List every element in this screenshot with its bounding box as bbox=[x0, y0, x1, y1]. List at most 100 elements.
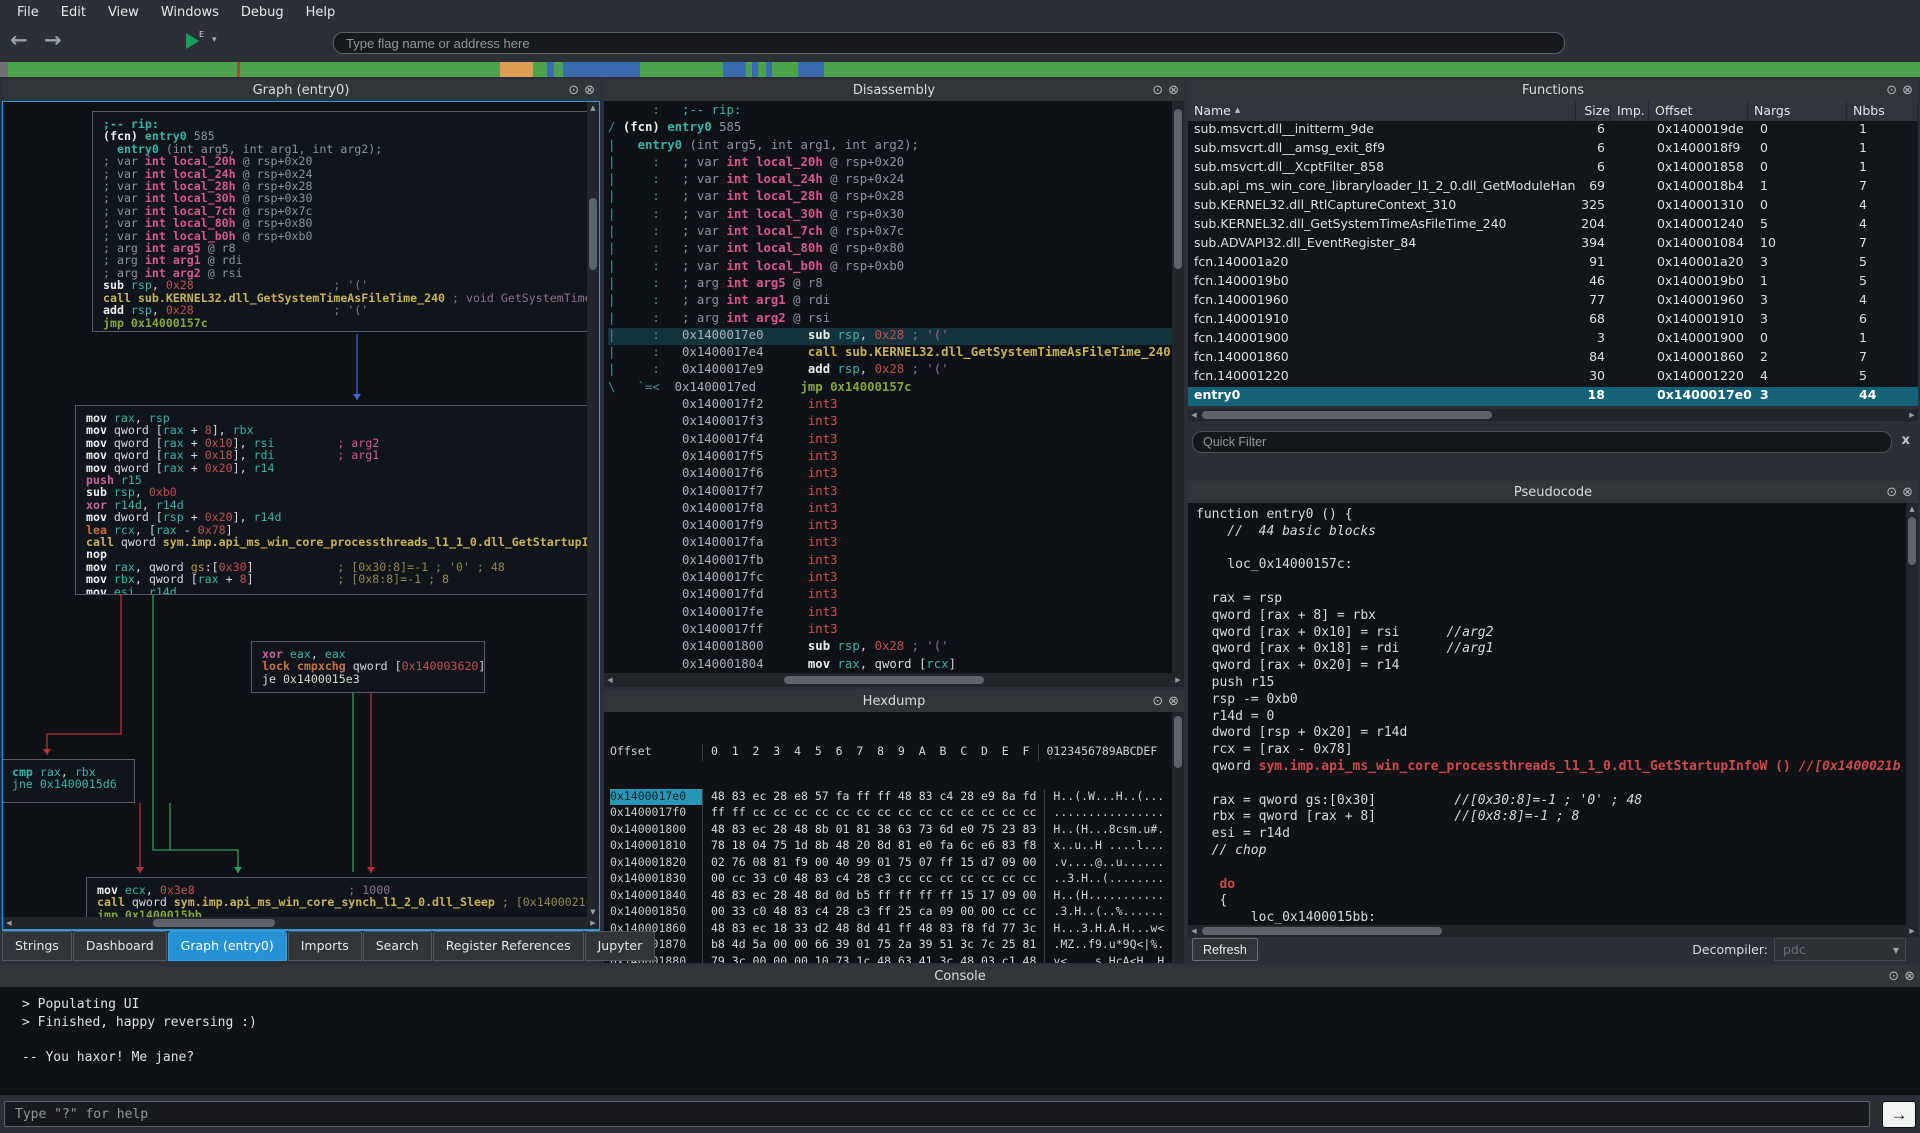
disassembly-line[interactable]: 0x1400017fe int3 bbox=[608, 605, 1184, 622]
menu-item-debug[interactable]: Debug bbox=[230, 3, 295, 22]
float-panel-icon[interactable]: ⊙ bbox=[568, 83, 579, 98]
function-row[interactable]: sub.KERNEL32.dll_RtlCaptureContext_31032… bbox=[1188, 197, 1918, 216]
scroll-left-icon[interactable]: ◀ bbox=[3, 917, 15, 929]
function-row[interactable]: fcn.140001960770x14000196034 bbox=[1188, 292, 1918, 311]
disassembly-line[interactable]: 0x1400017f5 int3 bbox=[608, 449, 1184, 466]
disassembly-line[interactable]: 0x1400017f7 int3 bbox=[608, 484, 1184, 501]
graph-vscrollbar[interactable]: ▲ ▼ bbox=[587, 102, 599, 918]
tab-strings[interactable]: Strings bbox=[2, 931, 72, 961]
disassembly-line[interactable]: | : ; var int local_80h @ rsp+0x80 bbox=[608, 241, 1184, 258]
disassembly-line[interactable]: | : ; var int local_24h @ rsp+0x24 bbox=[608, 172, 1184, 189]
close-panel-icon[interactable]: ⊗ bbox=[1168, 694, 1179, 709]
disassembly-line[interactable]: 0x140001804 mov rax, qword [rcx] bbox=[608, 657, 1184, 674]
functions-hscroll-handle[interactable] bbox=[1202, 411, 1492, 419]
disassembly-line[interactable]: | : 0x1400017e4 call sub.KERNEL32.dll_Ge… bbox=[608, 345, 1184, 362]
scroll-up-icon[interactable]: ▲ bbox=[587, 102, 599, 114]
float-panel-icon[interactable]: ⊙ bbox=[1886, 83, 1897, 98]
debug-start-icon[interactable] bbox=[186, 33, 199, 49]
disassembly-line[interactable]: 0x1400017f6 int3 bbox=[608, 466, 1184, 483]
pseudo-vscroll-handle[interactable] bbox=[1908, 517, 1916, 565]
close-panel-icon[interactable]: ⊗ bbox=[1168, 83, 1179, 98]
disasm-hscroll-handle[interactable] bbox=[784, 676, 984, 684]
hexdump-row[interactable]: 0x1400017e048 83 ec 28 e8 57 fa ff ff 48… bbox=[610, 789, 1184, 806]
tab-dashboard[interactable]: Dashboard bbox=[73, 931, 167, 961]
scroll-left-icon[interactable]: ◀ bbox=[1188, 409, 1200, 421]
disassembly-line[interactable]: 0x1400017fd int3 bbox=[608, 587, 1184, 604]
hexdump-row[interactable]: 0x14000183000 cc 33 c0 48 83 c4 28 c3 cc… bbox=[610, 871, 1184, 888]
disassembly-panel-titlebar[interactable]: Disassembly ⊙⊗ bbox=[604, 79, 1184, 101]
disassembly-line[interactable]: / (fcn) entry0 585 bbox=[608, 120, 1184, 137]
function-row[interactable]: fcn.140001a20910x140001a2035 bbox=[1188, 254, 1918, 273]
disasm-vscroll-handle[interactable] bbox=[1174, 109, 1182, 269]
function-row[interactable]: fcn.140001860840x14000186027 bbox=[1188, 349, 1918, 368]
disassembly-line[interactable]: | entry0 (int arg5, int arg1, int arg2); bbox=[608, 138, 1184, 155]
back-button[interactable]: ← bbox=[10, 28, 28, 52]
disassembly-line[interactable]: 0x1400017f3 int3 bbox=[608, 414, 1184, 431]
scroll-right-icon[interactable]: ▶ bbox=[1906, 925, 1918, 937]
graph-hscrollbar[interactable]: ◀ ▶ bbox=[3, 917, 599, 929]
disassembly-line[interactable]: | : ; arg int arg1 @ rdi bbox=[608, 293, 1184, 310]
scroll-right-icon[interactable]: ▶ bbox=[1906, 409, 1918, 421]
tab-register-references[interactable]: Register References bbox=[433, 931, 584, 961]
function-row[interactable]: entry0180x1400017e0344 bbox=[1188, 387, 1918, 406]
close-panel-icon[interactable]: ⊗ bbox=[584, 83, 595, 98]
disassembly-line[interactable]: 0x1400017fc int3 bbox=[608, 570, 1184, 587]
disassembly-line[interactable]: | : ; var int local_b0h @ rsp+0xb0 bbox=[608, 259, 1184, 276]
disasm-vscrollbar[interactable] bbox=[1172, 101, 1184, 673]
quick-filter-input[interactable] bbox=[1192, 431, 1892, 453]
functions-hscrollbar[interactable]: ◀ ▶ bbox=[1188, 409, 1918, 421]
column-header-offset[interactable]: Offset bbox=[1649, 101, 1748, 121]
disassembly-line[interactable]: | : ; var int local_7ch @ rsp+0x7c bbox=[608, 224, 1184, 241]
function-row[interactable]: fcn.1400019b0460x1400019b015 bbox=[1188, 273, 1918, 292]
debug-dropdown-icon[interactable]: ▾ bbox=[212, 35, 217, 45]
scroll-left-icon[interactable]: ◀ bbox=[1188, 925, 1200, 937]
function-row[interactable]: sub.msvcrt.dll__amsg_exit_8f960x1400018f… bbox=[1188, 140, 1918, 159]
column-header-imp[interactable]: Imp. bbox=[1611, 101, 1649, 121]
pseudo-vscrollbar[interactable]: ▲ bbox=[1906, 503, 1918, 925]
column-header-nargs[interactable]: Nargs bbox=[1748, 101, 1847, 121]
float-panel-icon[interactable]: ⊙ bbox=[1886, 485, 1897, 500]
function-row[interactable]: sub.msvcrt.dll__XcptFilter_85860x1400018… bbox=[1188, 159, 1918, 178]
disassembly-line[interactable]: 0x1400017ff int3 bbox=[608, 622, 1184, 639]
menu-item-file[interactable]: File bbox=[6, 3, 50, 22]
scroll-up-icon[interactable]: ▲ bbox=[1906, 503, 1918, 515]
memory-map-seekbar[interactable] bbox=[0, 62, 1920, 77]
functions-table-header[interactable]: Name▲SizeImp.OffsetNargsNbbs bbox=[1188, 101, 1918, 121]
graph-node-3[interactable]: cmp rax, rbx jne 0x1400015d6 bbox=[2, 759, 135, 803]
function-row[interactable]: sub.ADVAPI32.dll_EventRegister_843940x14… bbox=[1188, 235, 1918, 254]
function-row[interactable]: sub.KERNEL32.dll_GetSystemTimeAsFileTime… bbox=[1188, 216, 1918, 235]
forward-button[interactable]: → bbox=[44, 28, 62, 52]
graph-panel-titlebar[interactable]: Graph (entry0) ⊙⊗ bbox=[2, 79, 600, 101]
close-panel-icon[interactable]: ⊗ bbox=[1904, 969, 1915, 984]
disassembly-line[interactable]: | : ; var int local_28h @ rsp+0x28 bbox=[608, 189, 1184, 206]
flag-address-search-input[interactable] bbox=[333, 32, 1565, 54]
function-row[interactable]: fcn.14000190030x14000190001 bbox=[1188, 330, 1918, 349]
close-panel-icon[interactable]: ⊗ bbox=[1902, 83, 1913, 98]
disassembly-line[interactable]: 0x1400017fb int3 bbox=[608, 553, 1184, 570]
hexdump-vscroll-handle[interactable] bbox=[1174, 716, 1182, 768]
graph-vscroll-handle[interactable] bbox=[589, 198, 597, 270]
tab-imports[interactable]: Imports bbox=[288, 931, 362, 961]
disassembly-line[interactable]: 0x1400017fa int3 bbox=[608, 535, 1184, 552]
disassembly-line[interactable]: 0x1400017f8 int3 bbox=[608, 501, 1184, 518]
decompiler-select[interactable]: pdc ▼ bbox=[1774, 938, 1906, 961]
graph-hscroll-handle[interactable] bbox=[153, 919, 275, 927]
graph-canvas[interactable]: ;-- rip:(fcn) entry0 585 entry0 (int arg… bbox=[2, 101, 600, 931]
hexdump-row[interactable]: 0x14000182002 76 08 81 f9 00 40 99 01 75… bbox=[610, 855, 1184, 872]
disassembly-line[interactable]: 0x140001800 sub rsp, 0x28 ; '(' bbox=[608, 639, 1184, 656]
disassembly-line[interactable]: | : ; var int local_30h @ rsp+0x30 bbox=[608, 207, 1184, 224]
refresh-button[interactable]: Refresh bbox=[1192, 938, 1258, 961]
disassembly-line[interactable]: : ;-- rip: bbox=[608, 103, 1184, 120]
pseudocode-panel-titlebar[interactable]: Pseudocode ⊙⊗ bbox=[1188, 481, 1918, 503]
scroll-right-icon[interactable]: ▶ bbox=[1172, 674, 1184, 686]
tab-jupyter[interactable]: Jupyter bbox=[585, 931, 656, 961]
menu-item-windows[interactable]: Windows bbox=[150, 3, 230, 22]
column-header-nbbs[interactable]: Nbbs bbox=[1847, 101, 1918, 121]
column-header-name[interactable]: Name▲ bbox=[1188, 101, 1576, 121]
float-panel-icon[interactable]: ⊙ bbox=[1888, 969, 1899, 984]
float-panel-icon[interactable]: ⊙ bbox=[1152, 83, 1163, 98]
disassembly-line[interactable]: | : ; var int local_20h @ rsp+0x20 bbox=[608, 155, 1184, 172]
tab-search[interactable]: Search bbox=[363, 931, 432, 961]
function-row[interactable]: sub.msvcrt.dll__initterm_9de60x1400019de… bbox=[1188, 121, 1918, 140]
function-row[interactable]: fcn.140001910680x14000191036 bbox=[1188, 311, 1918, 330]
